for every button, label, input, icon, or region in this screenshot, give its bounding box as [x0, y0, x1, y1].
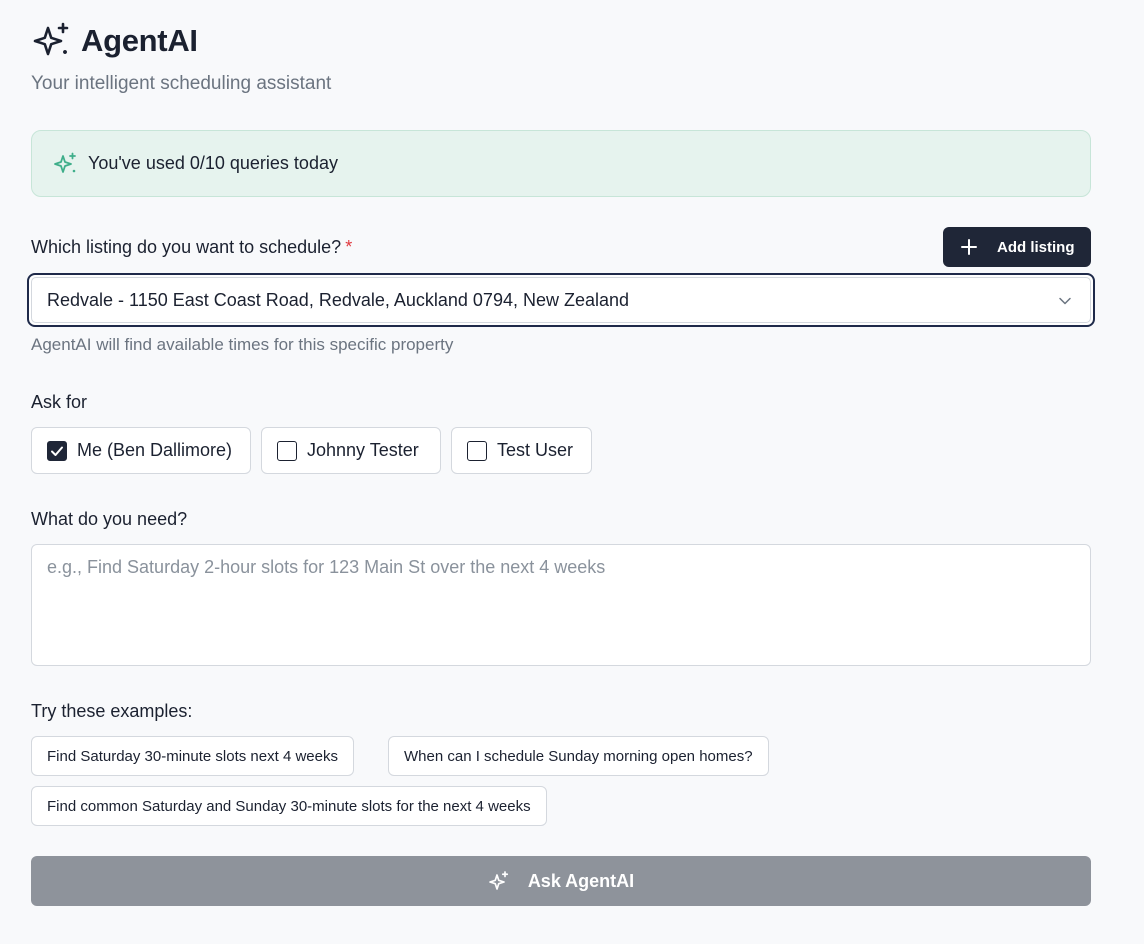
- need-textarea[interactable]: [31, 544, 1091, 666]
- checkbox-unchecked[interactable]: [467, 440, 487, 461]
- example-chip-weekend-slots[interactable]: Find common Saturday and Sunday 30-minut…: [31, 786, 547, 826]
- listing-select-value: Redvale - 1150 East Coast Road, Redvale,…: [47, 289, 630, 310]
- example-chip-sunday-open-homes[interactable]: When can I schedule Sunday morning open …: [388, 736, 769, 776]
- usage-text: You've used 0/10 queries today: [88, 153, 338, 173]
- app-header: AgentAI: [31, 20, 198, 62]
- ask-agentai-button[interactable]: Ask AgentAI: [31, 856, 1091, 906]
- app-title: AgentAI: [81, 23, 198, 58]
- usage-banner: You've used 0/10 queries today: [31, 130, 1091, 197]
- need-label: What do you need?: [31, 509, 188, 529]
- sparkles-icon: [54, 152, 76, 173]
- chevron-down-icon: [1059, 297, 1071, 305]
- checkbox-checked[interactable]: [47, 440, 67, 461]
- add-listing-label: Add listing: [997, 238, 1075, 256]
- person-option-johnny-tester[interactable]: Johnny Tester: [261, 427, 441, 474]
- person-option-me[interactable]: Me (Ben Dallimore): [31, 427, 251, 474]
- sparkles-icon: [33, 22, 69, 56]
- ask-agentai-label: Ask AgentAI: [527, 870, 635, 891]
- listing-select-field[interactable]: Redvale - 1150 East Coast Road, Redvale,…: [31, 277, 1091, 323]
- add-listing-button[interactable]: Add listing: [943, 227, 1091, 267]
- listing-label: Which listing do you want to schedule? *: [31, 237, 352, 258]
- plus-icon: [961, 239, 977, 255]
- listing-helper-text: AgentAI will find available times for th…: [31, 335, 454, 354]
- required-marker: *: [345, 237, 353, 257]
- checkbox-unchecked[interactable]: [277, 440, 297, 461]
- person-name: Test User: [497, 440, 574, 460]
- listing-label-text: Which listing do you want to schedule?: [31, 237, 342, 257]
- person-option-test-user[interactable]: Test User: [451, 427, 592, 474]
- app-subtitle: Your intelligent scheduling assistant: [31, 73, 332, 94]
- ask-for-label: Ask for: [31, 392, 88, 412]
- sparkles-icon: [488, 871, 508, 890]
- person-name: Me (Ben Dallimore): [77, 440, 233, 460]
- person-name: Johnny Tester: [307, 440, 419, 460]
- check-icon: [51, 446, 63, 456]
- example-chip-saturday-slots[interactable]: Find Saturday 30-minute slots next 4 wee…: [31, 736, 354, 776]
- listing-select[interactable]: Redvale - 1150 East Coast Road, Redvale,…: [27, 273, 1095, 327]
- examples-label: Try these examples:: [31, 701, 193, 721]
